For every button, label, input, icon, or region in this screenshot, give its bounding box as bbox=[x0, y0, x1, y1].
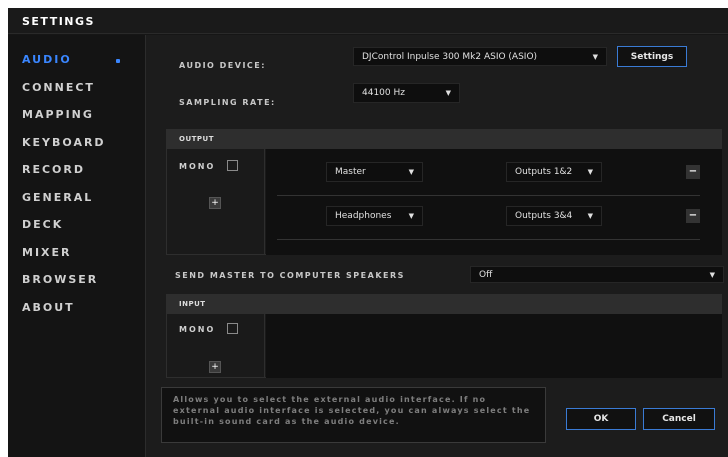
send-master-select[interactable]: Off ▼ bbox=[470, 266, 724, 283]
sidebar-item-record[interactable]: RECORD bbox=[8, 160, 145, 182]
remove-output-button-headphones[interactable]: − bbox=[686, 209, 700, 223]
ok-button[interactable]: OK bbox=[566, 408, 636, 430]
send-master-value: Off bbox=[479, 269, 493, 280]
output-route-value: Outputs 1&2 bbox=[515, 167, 573, 177]
help-description-text: Allows you to select the external audio … bbox=[173, 395, 531, 426]
dropdown-arrow-icon: ▼ bbox=[445, 89, 451, 97]
dropdown-arrow-icon: ▼ bbox=[408, 168, 414, 176]
cancel-button[interactable]: Cancel bbox=[643, 408, 715, 430]
sidebar-item-label: MIXER bbox=[22, 246, 72, 259]
sampling-rate-select[interactable]: 44100 Hz ▼ bbox=[353, 83, 460, 103]
sidebar-item-browser[interactable]: BROWSER bbox=[8, 270, 145, 292]
active-indicator-icon bbox=[116, 59, 120, 63]
audio-settings-pane: AUDIO DEVICE: DJControl Inpulse 300 Mk2 … bbox=[145, 35, 728, 457]
dropdown-arrow-icon: ▼ bbox=[408, 212, 414, 220]
sidebar-item-deck[interactable]: DECK bbox=[8, 215, 145, 237]
sidebar-item-general[interactable]: GENERAL bbox=[8, 188, 145, 210]
input-panel-header: INPUT bbox=[167, 295, 721, 314]
sampling-rate-label: SAMPLING RATE: bbox=[179, 98, 276, 107]
output-channel-select-master[interactable]: Master ▼ bbox=[326, 162, 423, 182]
sidebar-item-label: CONNECT bbox=[22, 81, 95, 94]
sidebar: AUDIO CONNECT MAPPING KEYBOARD RECORD GE… bbox=[8, 35, 145, 457]
input-rows bbox=[266, 314, 722, 378]
sidebar-item-label: ABOUT bbox=[22, 301, 75, 314]
input-mono-checkbox[interactable] bbox=[227, 323, 238, 334]
input-options: MONO + bbox=[167, 314, 265, 377]
sidebar-item-mixer[interactable]: MIXER bbox=[8, 243, 145, 265]
sidebar-item-mapping[interactable]: MAPPING bbox=[8, 105, 145, 127]
output-channel-value: Headphones bbox=[335, 211, 392, 221]
output-channel-select-headphones[interactable]: Headphones ▼ bbox=[326, 206, 423, 226]
output-mono-checkbox[interactable] bbox=[227, 160, 238, 171]
device-settings-label: Settings bbox=[630, 51, 674, 62]
add-input-button[interactable]: + bbox=[209, 361, 221, 373]
output-rows: Master ▼ Outputs 1&2 ▼ − Headphones ▼ Ou… bbox=[266, 149, 722, 255]
sidebar-item-label: GENERAL bbox=[22, 191, 94, 204]
dropdown-arrow-icon: ▼ bbox=[587, 212, 593, 220]
sampling-rate-value: 44100 Hz bbox=[362, 88, 405, 98]
input-panel-title: INPUT bbox=[179, 300, 206, 308]
row-divider bbox=[277, 239, 700, 240]
sidebar-item-audio[interactable]: AUDIO bbox=[8, 50, 145, 72]
dropdown-arrow-icon: ▼ bbox=[587, 168, 593, 176]
cancel-button-label: Cancel bbox=[662, 414, 696, 424]
remove-output-button-master[interactable]: − bbox=[686, 165, 700, 179]
send-master-label: SEND MASTER TO COMPUTER SPEAKERS bbox=[175, 271, 405, 280]
audio-device-value: DJControl Inpulse 300 Mk2 ASIO (ASIO) bbox=[362, 51, 538, 62]
dropdown-arrow-icon: ▼ bbox=[592, 52, 598, 61]
title-bar: SETTINGS bbox=[8, 8, 728, 34]
sidebar-item-label: DECK bbox=[22, 218, 64, 231]
audio-device-select[interactable]: DJControl Inpulse 300 Mk2 ASIO (ASIO) ▼ bbox=[353, 47, 607, 66]
sidebar-item-label: RECORD bbox=[22, 163, 86, 176]
add-output-button[interactable]: + bbox=[209, 197, 221, 209]
dropdown-arrow-icon: ▼ bbox=[709, 270, 715, 279]
sidebar-item-label: MAPPING bbox=[22, 108, 94, 121]
output-route-select-master[interactable]: Outputs 1&2 ▼ bbox=[506, 162, 602, 182]
device-settings-button[interactable]: Settings bbox=[617, 46, 687, 67]
audio-device-label: AUDIO DEVICE: bbox=[179, 61, 266, 70]
output-channel-value: Master bbox=[335, 167, 366, 177]
sidebar-item-label: KEYBOARD bbox=[22, 136, 106, 149]
window-title: SETTINGS bbox=[22, 15, 95, 28]
sidebar-item-label: AUDIO bbox=[22, 53, 72, 66]
settings-window: SETTINGS AUDIO CONNECT MAPPING KEYBOARD … bbox=[8, 8, 728, 457]
ok-button-label: OK bbox=[593, 414, 609, 424]
output-options: MONO + bbox=[167, 149, 265, 254]
output-route-value: Outputs 3&4 bbox=[515, 211, 573, 221]
row-divider bbox=[277, 195, 700, 196]
output-route-select-headphones[interactable]: Outputs 3&4 ▼ bbox=[506, 206, 602, 226]
output-mono-label: MONO bbox=[179, 162, 216, 171]
sidebar-item-label: BROWSER bbox=[22, 273, 99, 286]
output-panel-title: OUTPUT bbox=[179, 135, 214, 143]
output-panel-header: OUTPUT bbox=[167, 130, 721, 149]
sidebar-item-about[interactable]: ABOUT bbox=[8, 298, 145, 320]
sidebar-item-keyboard[interactable]: KEYBOARD bbox=[8, 133, 145, 155]
input-mono-label: MONO bbox=[179, 325, 216, 334]
help-description-box: Allows you to select the external audio … bbox=[161, 387, 546, 443]
input-panel: INPUT MONO + bbox=[166, 294, 722, 378]
sidebar-item-connect[interactable]: CONNECT bbox=[8, 78, 145, 100]
output-panel: OUTPUT MONO + Master ▼ Outputs 1&2 ▼ − H… bbox=[166, 129, 722, 255]
